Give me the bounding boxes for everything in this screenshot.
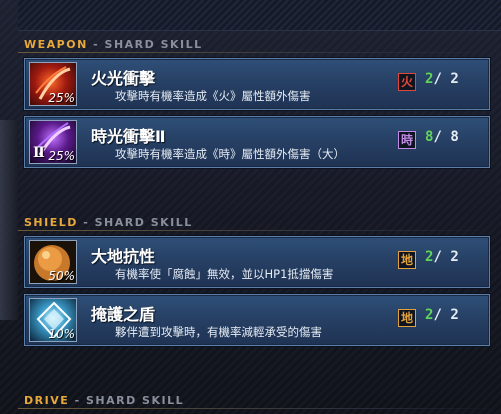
skill-count-max: 8 bbox=[450, 129, 459, 145]
shield-section-title: SHIELD bbox=[24, 216, 78, 229]
top-bar bbox=[18, 0, 501, 31]
skill-card-cover-shield[interactable]: 10% 掩護之盾 夥伴遭到攻擊時，有機率減輕承受的傷害 地 2/ 2 bbox=[24, 294, 490, 346]
weapon-section-subtitle: - SHARD SKILL bbox=[93, 38, 203, 51]
skill-rate: 50% bbox=[48, 269, 75, 283]
skill-card-fire-impact[interactable]: 25% 火光衝擊 攻擊時有機率造成《火》屬性額外傷害 火 2/ 2 bbox=[24, 58, 490, 110]
element-badge-time: 時 bbox=[398, 131, 416, 149]
skill-name: 火光衝擊 bbox=[91, 69, 156, 88]
skill-card-time-impact-2[interactable]: Ⅱ 25% 時光衝擊Ⅱ 攻擊時有機率造成《時》屬性額外傷害（大） 時 8/ 8 bbox=[24, 116, 490, 168]
weapon-section-title: WEAPON bbox=[24, 38, 88, 51]
weapon-section-header: WEAPON - SHARD SKILL bbox=[24, 38, 203, 51]
skill-count: 2/ 2 bbox=[425, 249, 485, 265]
weapon-header-divider bbox=[18, 52, 501, 53]
skill-card-earth-resist[interactable]: 50% 大地抗性 有機率使「腐蝕」無效，並以HP1抵擋傷害 地 2/ 2 bbox=[24, 236, 490, 288]
skill-count-separator: / bbox=[433, 307, 442, 323]
skill-count: 8/ 8 bbox=[425, 129, 485, 145]
element-badge-earth: 地 bbox=[398, 309, 416, 327]
skill-count-separator: / bbox=[433, 71, 442, 87]
skill-count-separator: / bbox=[433, 249, 442, 265]
skill-name: 時光衝擊Ⅱ bbox=[91, 127, 166, 146]
left-frame bbox=[0, 120, 18, 320]
shield-header-divider bbox=[18, 230, 501, 231]
element-badge-earth: 地 bbox=[398, 251, 416, 269]
drive-section-header: DRIVE - SHARD SKILL bbox=[24, 394, 184, 407]
skill-name: 掩護之盾 bbox=[91, 305, 156, 324]
skill-description: 有機率使「腐蝕」無效，並以HP1抵擋傷害 bbox=[115, 267, 334, 281]
skill-rate: 10% bbox=[48, 327, 75, 341]
drive-section-title: DRIVE bbox=[24, 394, 70, 407]
crystal-shield-icon: 10% bbox=[29, 298, 77, 342]
skill-name: 大地抗性 bbox=[91, 247, 156, 266]
skill-rate: 25% bbox=[48, 91, 75, 105]
shield-section-header: SHIELD - SHARD SKILL bbox=[24, 216, 193, 229]
skill-count-max: 2 bbox=[450, 71, 459, 87]
skill-rate: 25% bbox=[48, 149, 75, 163]
element-badge-fire: 火 bbox=[398, 73, 416, 91]
skill-count: 2/ 2 bbox=[425, 307, 485, 323]
skill-count-max: 2 bbox=[450, 249, 459, 265]
earth-orb-icon: 50% bbox=[29, 240, 77, 284]
skill-description: 攻擊時有機率造成《火》屬性額外傷害 bbox=[115, 89, 311, 103]
skill-description: 攻擊時有機率造成《時》屬性額外傷害（大） bbox=[115, 147, 345, 161]
skill-count-max: 2 bbox=[450, 307, 459, 323]
drive-header-divider bbox=[18, 408, 501, 409]
time-slash-icon: Ⅱ 25% bbox=[29, 120, 77, 164]
skill-tier-numeral: Ⅱ bbox=[33, 145, 45, 161]
drive-section-subtitle: - SHARD SKILL bbox=[74, 394, 185, 407]
skill-count: 2/ 2 bbox=[425, 71, 485, 87]
shield-section-subtitle: - SHARD SKILL bbox=[83, 216, 193, 229]
skill-description: 夥伴遭到攻擊時，有機率減輕承受的傷害 bbox=[115, 325, 322, 339]
fire-slash-icon: 25% bbox=[29, 62, 77, 106]
skill-count-separator: / bbox=[433, 129, 442, 145]
